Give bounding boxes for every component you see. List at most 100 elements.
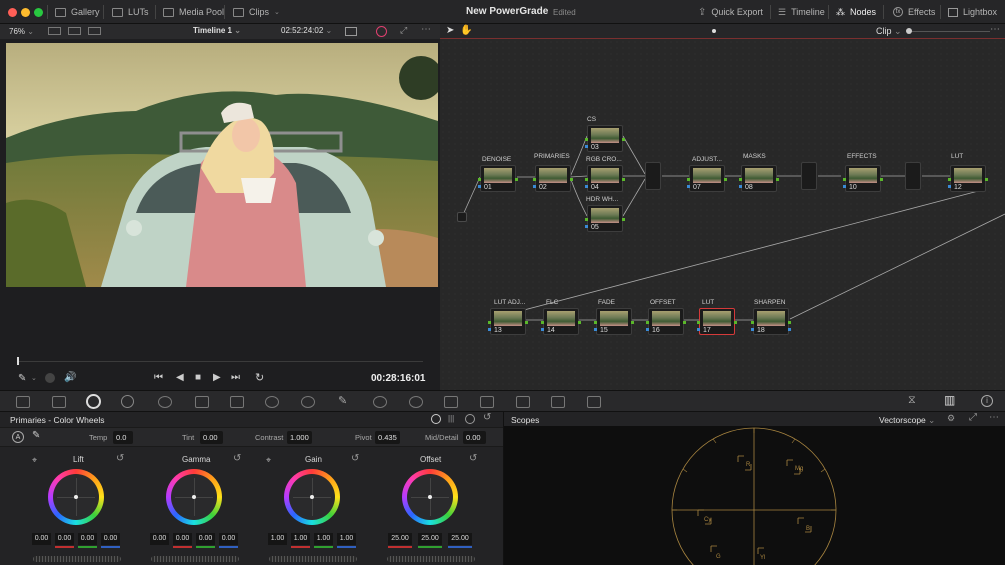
node-primaries[interactable]: 02 — [533, 165, 573, 192]
lift-g[interactable]: 0.00 — [78, 533, 97, 545]
primaries-mode-icon[interactable] — [431, 414, 441, 424]
info-icon[interactable]: i — [981, 395, 993, 407]
gamma-b[interactable]: 0.00 — [219, 533, 238, 545]
eyedropper-icon[interactable]: ✎ — [338, 394, 347, 407]
scope-settings-icon[interactable]: ⚙ — [947, 413, 955, 424]
pointer-icon[interactable]: ➤ — [446, 25, 454, 36]
play-reverse-icon[interactable]: ◀ — [176, 372, 184, 383]
offset-b[interactable]: 25.00 — [448, 533, 472, 545]
mid-detail-field[interactable]: 0.00 — [463, 431, 486, 444]
3d-icon[interactable] — [587, 396, 601, 408]
tracker-icon[interactable] — [409, 396, 423, 408]
clips-button[interactable]: Clips ⌄ — [233, 0, 280, 24]
node-graph[interactable]: DENOISE 01 PRIMARIES 02 CS 03 RGB CRO...… — [440, 39, 1005, 390]
tint-field[interactable]: 0.00 — [200, 431, 223, 444]
key-icon[interactable] — [516, 396, 530, 408]
gamma-r[interactable]: 0.00 — [173, 533, 192, 545]
sizing-icon[interactable] — [551, 396, 565, 408]
skip-start-icon[interactable]: ⏮ — [154, 372, 163, 383]
node-lut-adjust[interactable]: 13 — [488, 308, 528, 335]
reset-lift-icon[interactable]: ↺ — [116, 453, 124, 464]
lift-b[interactable]: 0.00 — [101, 533, 120, 545]
audio-icon[interactable] — [45, 373, 55, 383]
zoom-dropdown[interactable]: 76% ⌄ — [9, 27, 34, 36]
scopes-toggle-icon[interactable]: ▥ — [944, 393, 955, 407]
eyedropper-icon[interactable]: ✎ — [32, 430, 40, 441]
lift-r[interactable]: 0.00 — [55, 533, 74, 545]
curves-icon[interactable] — [230, 396, 244, 408]
eyedropper-icon[interactable]: ✎ — [18, 373, 26, 384]
node-cs[interactable]: 03 — [585, 125, 625, 152]
zoom-slider-handle[interactable] — [906, 28, 912, 34]
parallel-mixer[interactable] — [801, 162, 817, 190]
lift-master-wheel[interactable] — [33, 556, 121, 562]
camera-raw-icon[interactable] — [16, 396, 30, 408]
log-mode-icon[interactable] — [465, 414, 475, 424]
single-view-icon[interactable] — [48, 27, 61, 35]
fullscreen-icon[interactable]: ⤢ — [400, 25, 407, 36]
window-icon[interactable] — [373, 396, 387, 408]
contrast-field[interactable]: 1.000 — [287, 431, 312, 444]
temp-field[interactable]: 0.0 — [113, 431, 133, 444]
node-offset[interactable]: 16 — [646, 308, 686, 335]
chevron-down-icon[interactable]: ⌄ — [31, 374, 37, 382]
parallel-mixer[interactable] — [905, 162, 921, 190]
motion-effects-icon[interactable] — [195, 396, 209, 408]
node-flc[interactable]: 14 — [541, 308, 581, 335]
hand-icon[interactable]: ✋ — [460, 25, 472, 36]
node-fade[interactable]: 15 — [594, 308, 634, 335]
offset-master-wheel[interactable] — [387, 556, 475, 562]
clip-mode-dropdown[interactable]: Clip ⌄ — [876, 26, 902, 37]
input-source[interactable] — [457, 212, 467, 222]
crosshair-icon[interactable]: ⌖ — [266, 455, 271, 466]
timeline-dropdown[interactable]: Timeline 1 ⌄ — [193, 26, 241, 35]
node-rgb-crossover[interactable]: 04 — [585, 165, 625, 192]
video-frame[interactable] — [6, 43, 438, 287]
more-options-icon[interactable]: ⋯ — [989, 412, 999, 423]
effects-panel-icon[interactable]: ⧖ — [908, 394, 916, 407]
highlight-icon[interactable] — [376, 26, 387, 37]
gain-b[interactable]: 1.00 — [337, 533, 356, 545]
gamma-y[interactable]: 0.00 — [150, 533, 169, 545]
zoom-slider[interactable] — [908, 31, 990, 32]
speaker-icon[interactable]: 🔊 — [64, 372, 76, 383]
gamma-g[interactable]: 0.00 — [196, 533, 215, 545]
source-timecode[interactable]: 02:52:24:02 ⌄ — [281, 26, 332, 35]
minimize-window-button[interactable] — [21, 8, 30, 17]
lift-y[interactable]: 0.00 — [32, 533, 51, 545]
more-options-icon[interactable]: ⋯ — [990, 24, 1000, 35]
close-window-button[interactable] — [8, 8, 17, 17]
gallery-button[interactable]: Gallery — [55, 0, 100, 24]
lift-wheel[interactable] — [48, 469, 104, 525]
gain-y[interactable]: 1.00 — [268, 533, 287, 545]
skip-end-icon[interactable]: ⏭ — [231, 372, 240, 383]
magic-mask-icon[interactable] — [444, 396, 458, 408]
crosshair-icon[interactable]: ⌖ — [32, 455, 37, 466]
timeline-button[interactable]: ☰ Timeline — [778, 0, 825, 24]
reset-offset-icon[interactable]: ↺ — [469, 453, 477, 464]
expand-icon[interactable]: ⤢ — [969, 412, 977, 423]
rgb-mixer-icon[interactable] — [158, 396, 172, 408]
node-lut-selected[interactable]: 17 — [697, 308, 737, 335]
blur-icon[interactable] — [480, 396, 494, 408]
color-wheels-icon[interactable] — [86, 394, 101, 409]
auto-balance-icon[interactable]: A — [12, 431, 24, 443]
scope-type-dropdown[interactable]: Vectorscope ⌄ — [879, 415, 935, 426]
loop-icon[interactable]: ↻ — [255, 371, 264, 384]
split-view-icon[interactable] — [68, 27, 81, 35]
lightbox-button[interactable]: Lightbox — [948, 0, 997, 24]
node-lut[interactable]: 12 — [948, 165, 988, 192]
viewer-options-icon[interactable] — [345, 27, 357, 36]
play-icon[interactable]: ▶ — [213, 372, 221, 383]
wipe-view-icon[interactable] — [88, 27, 101, 35]
node-hdr-wheels[interactable]: 05 — [585, 205, 625, 232]
parallel-mixer[interactable] — [645, 162, 661, 190]
offset-wheel[interactable] — [402, 469, 458, 525]
media-pool-button[interactable]: Media Pool — [163, 0, 224, 24]
stop-icon[interactable]: ■ — [195, 372, 201, 383]
node-effects[interactable]: 10 — [843, 165, 883, 192]
maximize-window-button[interactable] — [34, 8, 43, 17]
quick-export-button[interactable]: ⇪ Quick Export — [698, 0, 763, 24]
bars-mode-icon[interactable]: ||| — [448, 414, 454, 423]
gamma-wheel[interactable] — [166, 469, 222, 525]
